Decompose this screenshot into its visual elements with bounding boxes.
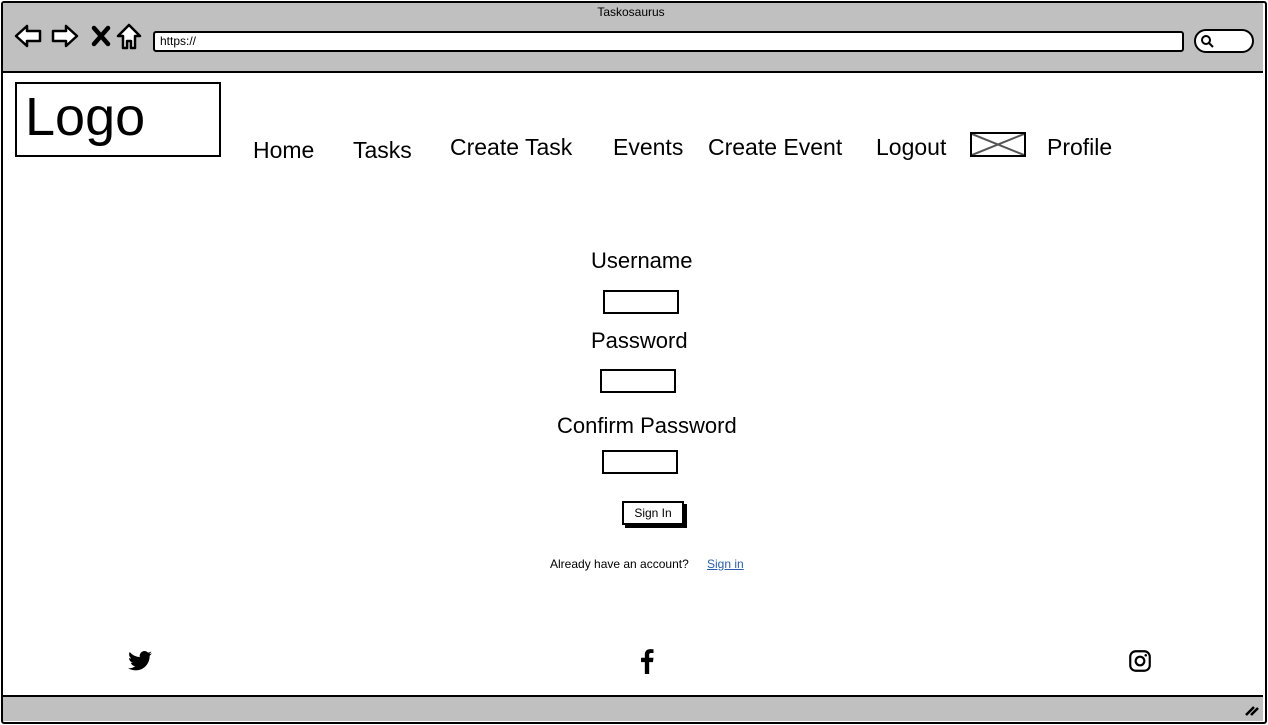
url-input[interactable]: https:// xyxy=(153,31,1184,52)
username-label: Username xyxy=(591,248,693,273)
password-input[interactable] xyxy=(600,369,676,393)
close-icon[interactable] xyxy=(88,22,116,50)
confirm-password-input[interactable] xyxy=(602,450,678,474)
already-have-account-text: Already have an account? xyxy=(550,557,689,571)
back-icon[interactable] xyxy=(14,22,42,50)
nav-profile[interactable]: Profile xyxy=(1047,134,1112,161)
nav-home[interactable]: Home xyxy=(253,137,314,164)
username-input[interactable] xyxy=(603,290,679,314)
nav-events[interactable]: Events xyxy=(613,134,683,161)
nav-create-event[interactable]: Create Event xyxy=(708,134,842,161)
logo[interactable]: Logo xyxy=(15,82,221,157)
twitter-icon[interactable] xyxy=(127,648,153,674)
browser-search[interactable] xyxy=(1194,29,1254,53)
profile-image-icon[interactable] xyxy=(970,132,1026,157)
nav-create-task[interactable]: Create Task xyxy=(450,134,572,161)
home-icon[interactable] xyxy=(115,22,143,50)
sign-in-link[interactable]: Sign in xyxy=(707,557,744,571)
status-bar xyxy=(3,695,1263,721)
instagram-icon[interactable] xyxy=(1127,648,1153,674)
confirm-password-label: Confirm Password xyxy=(557,413,737,438)
facebook-icon[interactable] xyxy=(634,648,660,674)
forward-icon[interactable] xyxy=(51,22,79,50)
password-label: Password xyxy=(591,328,688,353)
search-icon xyxy=(1201,35,1214,48)
window-title: Taskosaurus xyxy=(597,5,665,19)
sign-in-button[interactable]: Sign In xyxy=(622,501,684,525)
nav-tasks[interactable]: Tasks xyxy=(353,137,412,164)
resize-handle-icon[interactable] xyxy=(1243,701,1259,717)
nav-logout[interactable]: Logout xyxy=(876,134,946,161)
